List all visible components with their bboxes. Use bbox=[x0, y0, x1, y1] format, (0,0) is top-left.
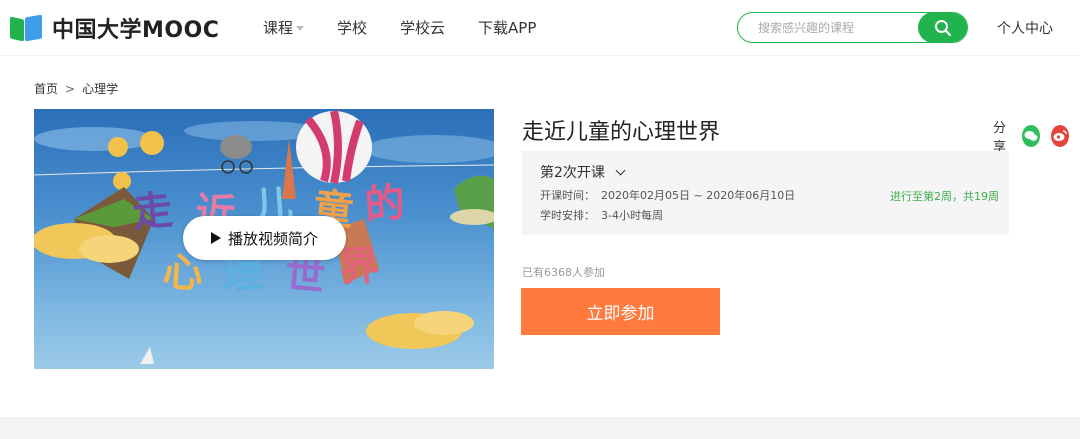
term-schedule-label: 学时安排： bbox=[540, 209, 595, 222]
breadcrumb-home[interactable]: 首页 bbox=[34, 80, 58, 97]
chevron-down-icon bbox=[615, 165, 626, 175]
course-title: 走近儿童的心理世界 bbox=[522, 120, 721, 145]
breadcrumb: 首页 > 心理学 bbox=[34, 80, 118, 97]
nav-item-school-cloud[interactable]: 学校云 bbox=[400, 17, 445, 38]
nav-item-label: 下载APP bbox=[478, 19, 537, 37]
weibo-icon[interactable] bbox=[1050, 125, 1069, 147]
share-bar: 分享 bbox=[993, 117, 1080, 155]
share-label: 分享 bbox=[993, 121, 1007, 155]
nav-item-label: 学校 bbox=[337, 19, 368, 37]
nav-item-download-app[interactable]: 下载APP bbox=[478, 17, 536, 38]
logo-icon bbox=[10, 14, 44, 42]
term-select[interactable]: 第2次开课 bbox=[540, 162, 626, 182]
site-logo[interactable]: 中国大学MOOC bbox=[10, 12, 219, 44]
top-header: 中国大学MOOC 课程 学校 学校云 下载APP 个人中心 bbox=[0, 0, 1080, 56]
play-icon bbox=[210, 232, 221, 244]
enroll-count: 已有6368人参加 bbox=[522, 266, 605, 279]
play-button-label: 播放视频简介 bbox=[227, 229, 318, 248]
term-info-box: 第2次开课 开课时间： 2020年02月05日 ~ 2020年06月10日 学时安… bbox=[522, 151, 1009, 235]
search-input[interactable] bbox=[758, 19, 918, 37]
wechat-icon[interactable] bbox=[1021, 125, 1040, 147]
nav-item-label: 学校云 bbox=[400, 19, 446, 37]
svg-text:走: 走 bbox=[130, 187, 175, 237]
term-select-label: 第2次开课 bbox=[540, 165, 605, 181]
course-cover-video[interactable]: 走 近 儿 童 的 心 理 世 界 播放视频简介 bbox=[34, 109, 494, 369]
main-nav: 课程 学校 学校云 下载APP bbox=[263, 17, 569, 38]
caret-down-icon bbox=[296, 26, 305, 31]
search-box bbox=[737, 12, 968, 43]
page-section-divider bbox=[0, 417, 1080, 439]
term-progress: 进行至第2周，共19周 bbox=[890, 190, 999, 203]
nav-item-label: 课程 bbox=[263, 19, 294, 37]
term-time-value: 2020年02月05日 ~ 2020年06月10日 bbox=[601, 189, 796, 202]
svg-text:界: 界 bbox=[338, 243, 380, 291]
logo-text: 中国大学MOOC bbox=[52, 18, 220, 43]
svg-text:的: 的 bbox=[363, 180, 407, 229]
nav-item-courses[interactable]: 课程 bbox=[263, 17, 305, 38]
breadcrumb-separator: > bbox=[65, 81, 76, 96]
wechat-glyph bbox=[1024, 131, 1038, 141]
search-icon bbox=[935, 19, 952, 36]
user-center-link[interactable]: 个人中心 bbox=[997, 18, 1053, 38]
search-button[interactable] bbox=[918, 13, 967, 42]
join-course-button[interactable]: 立即参加 bbox=[521, 288, 720, 335]
weibo-glyph bbox=[1053, 130, 1067, 141]
term-schedule-value: 3-4小时每周 bbox=[601, 209, 663, 222]
term-schedule-row: 学时安排： 3-4小时每周 bbox=[540, 207, 663, 223]
play-video-intro-button[interactable]: 播放视频简介 bbox=[183, 216, 346, 260]
term-time-label: 开课时间： bbox=[540, 189, 595, 202]
nav-item-schools[interactable]: 学校 bbox=[337, 17, 367, 38]
breadcrumb-current[interactable]: 心理学 bbox=[82, 80, 118, 97]
term-time-row: 开课时间： 2020年02月05日 ~ 2020年06月10日 bbox=[540, 187, 795, 203]
